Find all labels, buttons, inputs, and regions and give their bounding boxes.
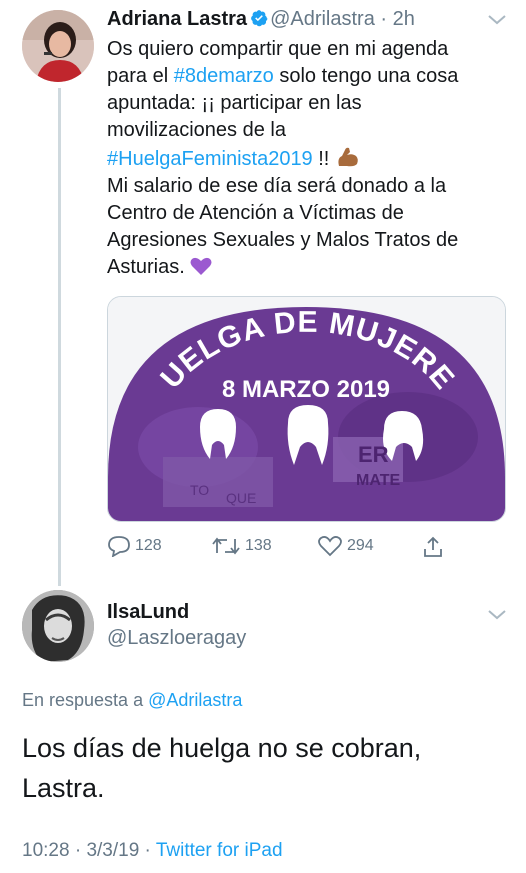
replying-to: En respuesta a @Adrilastra [22,690,242,711]
hashtag-link[interactable]: #HuelgaFeminista2019 [107,148,313,170]
reply-prefix: En respuesta a [22,690,149,710]
reply-author-name[interactable]: IlsaLund [107,601,189,624]
reply-text-line: Los días de huelga no se cobran, [22,733,422,763]
meta-separator: · [139,840,156,861]
tweet-text-line: Asturias. [107,254,507,281]
reply-icon [108,536,130,557]
tweet-text-line: Agresiones Sexuales y Malos Tratos de [107,229,459,251]
retweet-icon [212,537,240,555]
reply-button[interactable]: 128 [107,535,162,557]
meta-separator: · [69,840,87,861]
purple-heart-emoji [190,257,212,275]
like-icon [318,536,342,557]
retweet-button[interactable]: 138 [211,535,272,557]
avatar[interactable] [22,10,94,82]
thread-line [58,88,61,586]
poster-sign-text: QUE [226,490,256,506]
poster-sign-text: ER [358,442,389,467]
tweet-text-line: movilizaciones de la [107,119,286,141]
author-handle[interactable]: @Adrilastra [270,8,375,30]
author-name[interactable]: Adriana Lastra [107,8,247,30]
tweet-timestamp[interactable]: 10:28 [22,840,70,861]
tweet-source-link[interactable]: Twitter for iPad [156,840,283,861]
chevron-down-icon[interactable] [486,13,508,27]
strike-poster-image: HUELGA DE MUJERES 8 MARZO 2019 ER MATE T… [108,297,505,521]
tweet-text-line: Centro de Atención a Víctimas de [107,202,404,224]
text-span: !! [312,148,335,170]
reply-to-handle-link[interactable]: @Adrilastra [148,690,242,710]
tweet-date[interactable]: 3/3/19 [86,840,139,861]
tweet-meta: 10:28 · 3/3/19 · Twitter for iPad [22,840,283,862]
tweet-text: Os quiero compartir que en mi agenda par… [107,36,507,281]
tweet-time[interactable]: 2h [393,8,415,30]
retweet-count: 138 [245,537,272,554]
header-separator: · [374,8,393,30]
tweet-text-line: Os quiero compartir que en mi agenda [107,38,449,60]
share-button[interactable] [421,535,449,559]
tweet-text-line: Mi salario de ese día será donado a la [107,175,447,197]
poster-sign-text: TO [190,482,209,498]
reply-author-handle[interactable]: @Laszloeragay [107,627,246,650]
tweet-text-line: para el #8demarzo solo tengo una cosa [107,63,507,90]
text-span: para el [107,65,174,87]
poster-sign-text: MATE [356,472,400,489]
avatar[interactable] [22,590,94,662]
reply-count: 128 [135,537,162,554]
tweet-actions: 128 138 294 [107,535,447,561]
tweet-media-card[interactable]: HUELGA DE MUJERES 8 MARZO 2019 ER MATE T… [107,296,506,522]
hashtag-link[interactable]: #8demarzo [174,65,274,87]
share-icon [424,536,442,557]
chevron-down-icon[interactable] [486,608,508,622]
text-span: solo tengo una cosa [273,65,459,87]
flexed-biceps-emoji [338,147,358,167]
tweet-header: Adriana Lastra @Adrilastra · 2h [107,8,415,31]
tweet-text-line: apuntada: ¡¡ participar en las [107,92,362,114]
text-span: Asturias. [107,256,191,278]
like-count: 294 [347,537,374,554]
tweet-text-line: #HuelgaFeminista2019 !! [107,144,507,173]
verified-icon [251,10,268,27]
like-button[interactable]: 294 [317,535,374,557]
poster-date-text: 8 MARZO 2019 [222,376,390,403]
reply-text-line: Lastra. [22,773,105,803]
reply-text: Los días de huelga no se cobran, Lastra. [22,728,492,808]
